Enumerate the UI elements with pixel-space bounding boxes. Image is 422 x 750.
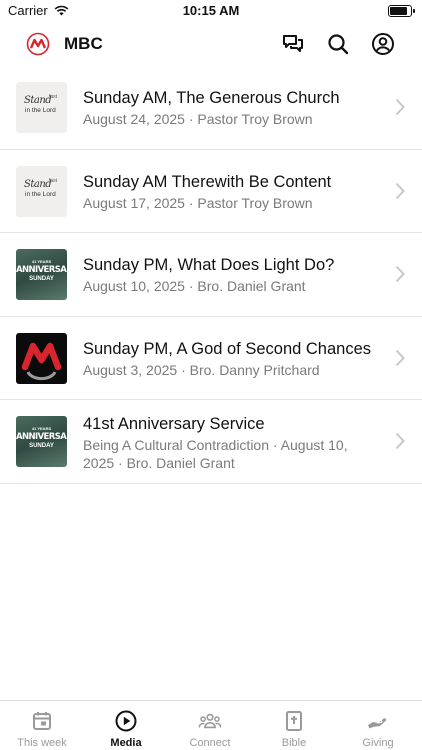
tab-icon-slot <box>198 709 222 733</box>
sermon-thumbnail: Stand fast in the Lord <box>16 165 67 217</box>
sermon-thumbnail <box>16 332 67 384</box>
bible-icon <box>286 711 302 731</box>
sermon-thumbnail: Stand fast in the Lord <box>16 82 67 133</box>
thumb-text-fast: fast <box>49 94 58 100</box>
app-title: MBC <box>64 34 103 53</box>
chevron-right-icon <box>395 98 405 116</box>
chevron-right-icon <box>395 182 405 199</box>
sermon-row[interactable]: 41 YEARS ANNIVERSARY SUNDAY 41st Anniver… <box>0 400 422 484</box>
tab-media[interactable]: Media <box>84 701 168 750</box>
tab-icon-slot <box>282 709 306 733</box>
sermon-text: Sunday PM, A God of Second Chances Augus… <box>83 339 380 379</box>
messages-button[interactable] <box>280 31 306 57</box>
sermon-text: Sunday PM, What Does Light Do? August 10… <box>83 255 380 295</box>
sermon-row[interactable]: 41 YEARS ANNIVERSARY SUNDAY Sunday PM, W… <box>0 233 422 317</box>
app-header: MBC <box>0 22 422 66</box>
sermon-text: 41st Anniversary Service Being A Cultura… <box>83 414 380 472</box>
sermon-title: Sunday AM, The Generous Church <box>83 89 340 107</box>
sermon-list: Stand fast in the Lord Sunday AM, The Ge… <box>0 66 422 484</box>
tab-label: Giving <box>362 737 394 749</box>
thumb-text-lord: in the Lord <box>25 190 56 198</box>
thumb-text-years: 41 YEARS <box>31 259 52 264</box>
sermon-row[interactable]: Stand fast in the Lord Sunday AM, The Ge… <box>0 66 422 150</box>
tab-giving[interactable]: Giving <box>336 701 420 750</box>
tab-icon-slot <box>30 709 54 733</box>
account-icon <box>372 33 394 55</box>
thumb-text-stand: Stand <box>24 95 52 106</box>
search-icon <box>328 34 349 55</box>
chevron-right-icon <box>395 432 405 450</box>
chevron-right-icon <box>395 265 405 283</box>
search-button[interactable] <box>325 31 351 57</box>
church-logo-icon <box>21 342 62 380</box>
tab-label: Connect <box>189 737 231 749</box>
chevron-right-icon <box>395 349 405 366</box>
tab-bible[interactable]: Bible <box>252 701 336 750</box>
tab-label: Media <box>110 737 142 749</box>
battery-fill <box>390 7 407 15</box>
calendar-icon <box>33 712 51 730</box>
sermon-text: Sunday AM Therewith Be Content August 17… <box>83 172 380 212</box>
play-circle-icon <box>115 710 137 732</box>
sermon-meta: Being A Cultural Contradiction · August … <box>83 437 348 471</box>
chat-bubbles-icon <box>283 35 303 52</box>
thumb-text-sunday: SUNDAY <box>29 443 54 449</box>
profile-button[interactable] <box>370 31 396 57</box>
thumb-text-anniversary: ANNIVERSARY <box>16 432 67 442</box>
thumb-text-anniversary: ANNIVERSARY <box>16 265 67 275</box>
tab-label: This week <box>17 737 67 749</box>
battery-icon <box>388 5 415 17</box>
tab-icon-slot <box>366 709 390 733</box>
sermon-title: Sunday AM Therewith Be Content <box>83 172 332 191</box>
sermon-meta: August 17, 2025 · Pastor Troy Brown <box>83 194 313 211</box>
sermon-row[interactable]: Sunday PM, A God of Second Chances Augus… <box>0 317 422 400</box>
sermon-title: 41st Anniversary Service <box>83 415 265 433</box>
people-icon <box>198 713 222 729</box>
tab-connect[interactable]: Connect <box>168 701 252 750</box>
sermon-thumbnail: 41 YEARS ANNIVERSARY SUNDAY <box>16 249 67 300</box>
tab-this-week[interactable]: This week <box>0 701 84 750</box>
clock: 10:15 AM <box>182 3 240 18</box>
tab-label: Bible <box>281 737 307 749</box>
sermon-meta: August 10, 2025 · Bro. Daniel Grant <box>83 278 306 294</box>
status-bar: Carrier 10:15 AM <box>0 0 422 22</box>
thumb-text-stand: Stand <box>24 178 52 190</box>
sermon-title: Sunday PM, A God of Second Chances <box>83 339 372 358</box>
thumb-text-lord: in the Lord <box>25 107 56 114</box>
thumb-text-years: 41 YEARS <box>31 426 52 431</box>
church-logo-icon[interactable] <box>26 32 50 56</box>
tab-icon-slot <box>114 709 138 733</box>
sermon-row[interactable]: Stand fast in the Lord Sunday AM Therewi… <box>0 150 422 233</box>
tab-bar: This week Media Connect Bible Giving <box>0 700 422 750</box>
sermon-text: Sunday AM, The Generous Church August 24… <box>83 88 380 128</box>
sermon-thumbnail: 41 YEARS ANNIVERSARY SUNDAY <box>16 416 67 467</box>
giving-hand-icon <box>368 718 387 729</box>
sermon-meta: August 24, 2025 · Pastor Troy Brown <box>83 111 313 127</box>
thumb-text-sunday: SUNDAY <box>29 276 54 282</box>
sermon-meta: August 3, 2025 · Bro. Danny Pritchard <box>83 361 320 378</box>
thumb-text-fast: fast <box>49 177 58 184</box>
sermon-title: Sunday PM, What Does Light Do? <box>83 256 335 274</box>
